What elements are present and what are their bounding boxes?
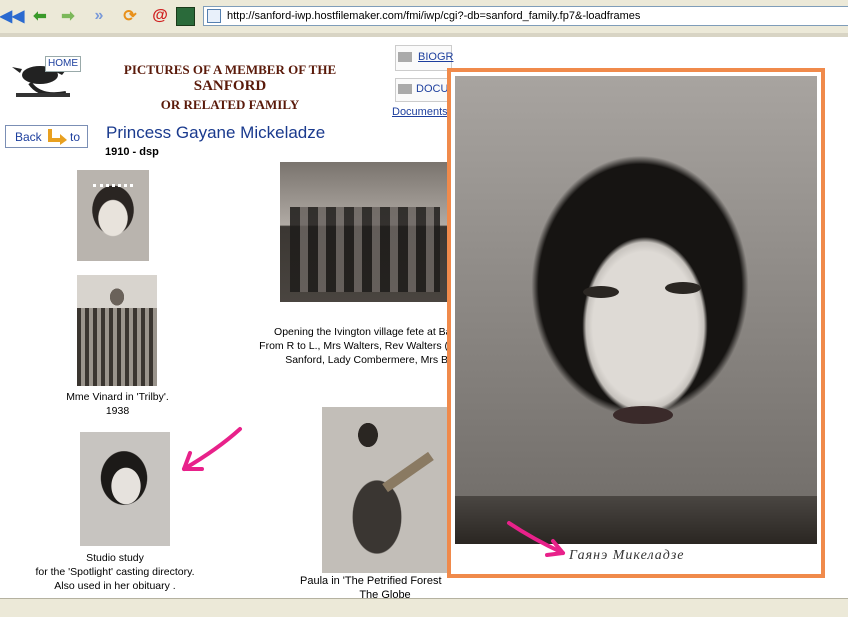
tiara-portrait-photo[interactable] (77, 170, 149, 261)
studio-caption-line2: for the 'Spotlight' casting directory. (35, 566, 195, 578)
page-icon (207, 9, 221, 23)
studio-caption-line1: Studio study (86, 552, 144, 564)
fete-caption-line3: Sanford, Lady Combermere, Mrs B (285, 354, 448, 366)
back-icon[interactable]: ◀◀ (0, 6, 24, 26)
back-to-button[interactable]: Back to (5, 125, 88, 148)
fete-caption-line2: From R to L., Mrs Walters, Rev Walters ( (259, 340, 448, 352)
page-title-line1: PICTURES OF A MEMBER OF THE (123, 62, 337, 77)
docum-button[interactable]: DOCUM (395, 78, 458, 102)
mme-vinard-photo[interactable] (77, 275, 157, 386)
biog-label: BIOGR (418, 51, 454, 63)
return-arrow-icon (46, 128, 67, 146)
pink-arrow-annotation-small (503, 517, 567, 559)
enlarged-portrait-overlay: Гаянэ Микеладзе (447, 68, 825, 578)
to-label: to (70, 130, 81, 144)
forward-2-icon[interactable]: ➡ (58, 6, 78, 26)
page-title-line3: OR RELATED FAMILY (160, 97, 300, 112)
pink-arrow-annotation (178, 425, 244, 475)
fete-caption-line1: Opening the Ivington village fete at Bar (274, 326, 455, 338)
home-link[interactable]: HOME (45, 56, 81, 72)
vinard-caption-line1: Mme Vinard in 'Trilby'. (66, 391, 169, 403)
vinard-caption-line2: 1938 (105, 405, 130, 417)
cyrillic-caption: Гаянэ Микеладзе (569, 548, 685, 563)
documents-link[interactable]: Documents (392, 106, 448, 118)
fast-forward-icon[interactable]: » (89, 6, 109, 26)
button-icon (398, 84, 412, 94)
frame-divider (0, 33, 848, 37)
village-fete-group-photo[interactable] (280, 162, 448, 302)
paula-caption-line1: Paula in 'The Petrified Forest (300, 575, 442, 587)
address-bar[interactable]: http://sanford-iwp.hostfilemaker.com/fmi… (203, 6, 848, 26)
forward-icon[interactable]: ⬅ (30, 6, 50, 26)
button-icon (398, 52, 412, 62)
biog-button[interactable]: BIOGR (395, 45, 454, 71)
person-name: Princess Gayane Mickeladze (106, 123, 326, 142)
studio-study-photo[interactable] (80, 432, 170, 546)
back-label: Back (15, 130, 42, 144)
paula-guitar-photo[interactable] (322, 407, 448, 573)
image-icon[interactable] (176, 7, 195, 26)
enlarged-portrait-photo (455, 76, 817, 544)
email-icon[interactable]: @ (150, 6, 170, 26)
url-text: http://sanford-iwp.hostfilemaker.com/fmi… (227, 10, 641, 22)
page-title-line2: SANFORD (193, 78, 267, 94)
browser-toolbar: ◀◀ ⬅ ➡ » ⟳ @ http://sanford-iwp.hostfile… (0, 0, 848, 34)
refresh-icon[interactable]: ⟳ (120, 6, 140, 26)
status-bar (0, 598, 848, 617)
person-dates: 1910 - dsp (105, 146, 159, 158)
studio-caption-line3: Also used in her obituary . (54, 580, 176, 592)
